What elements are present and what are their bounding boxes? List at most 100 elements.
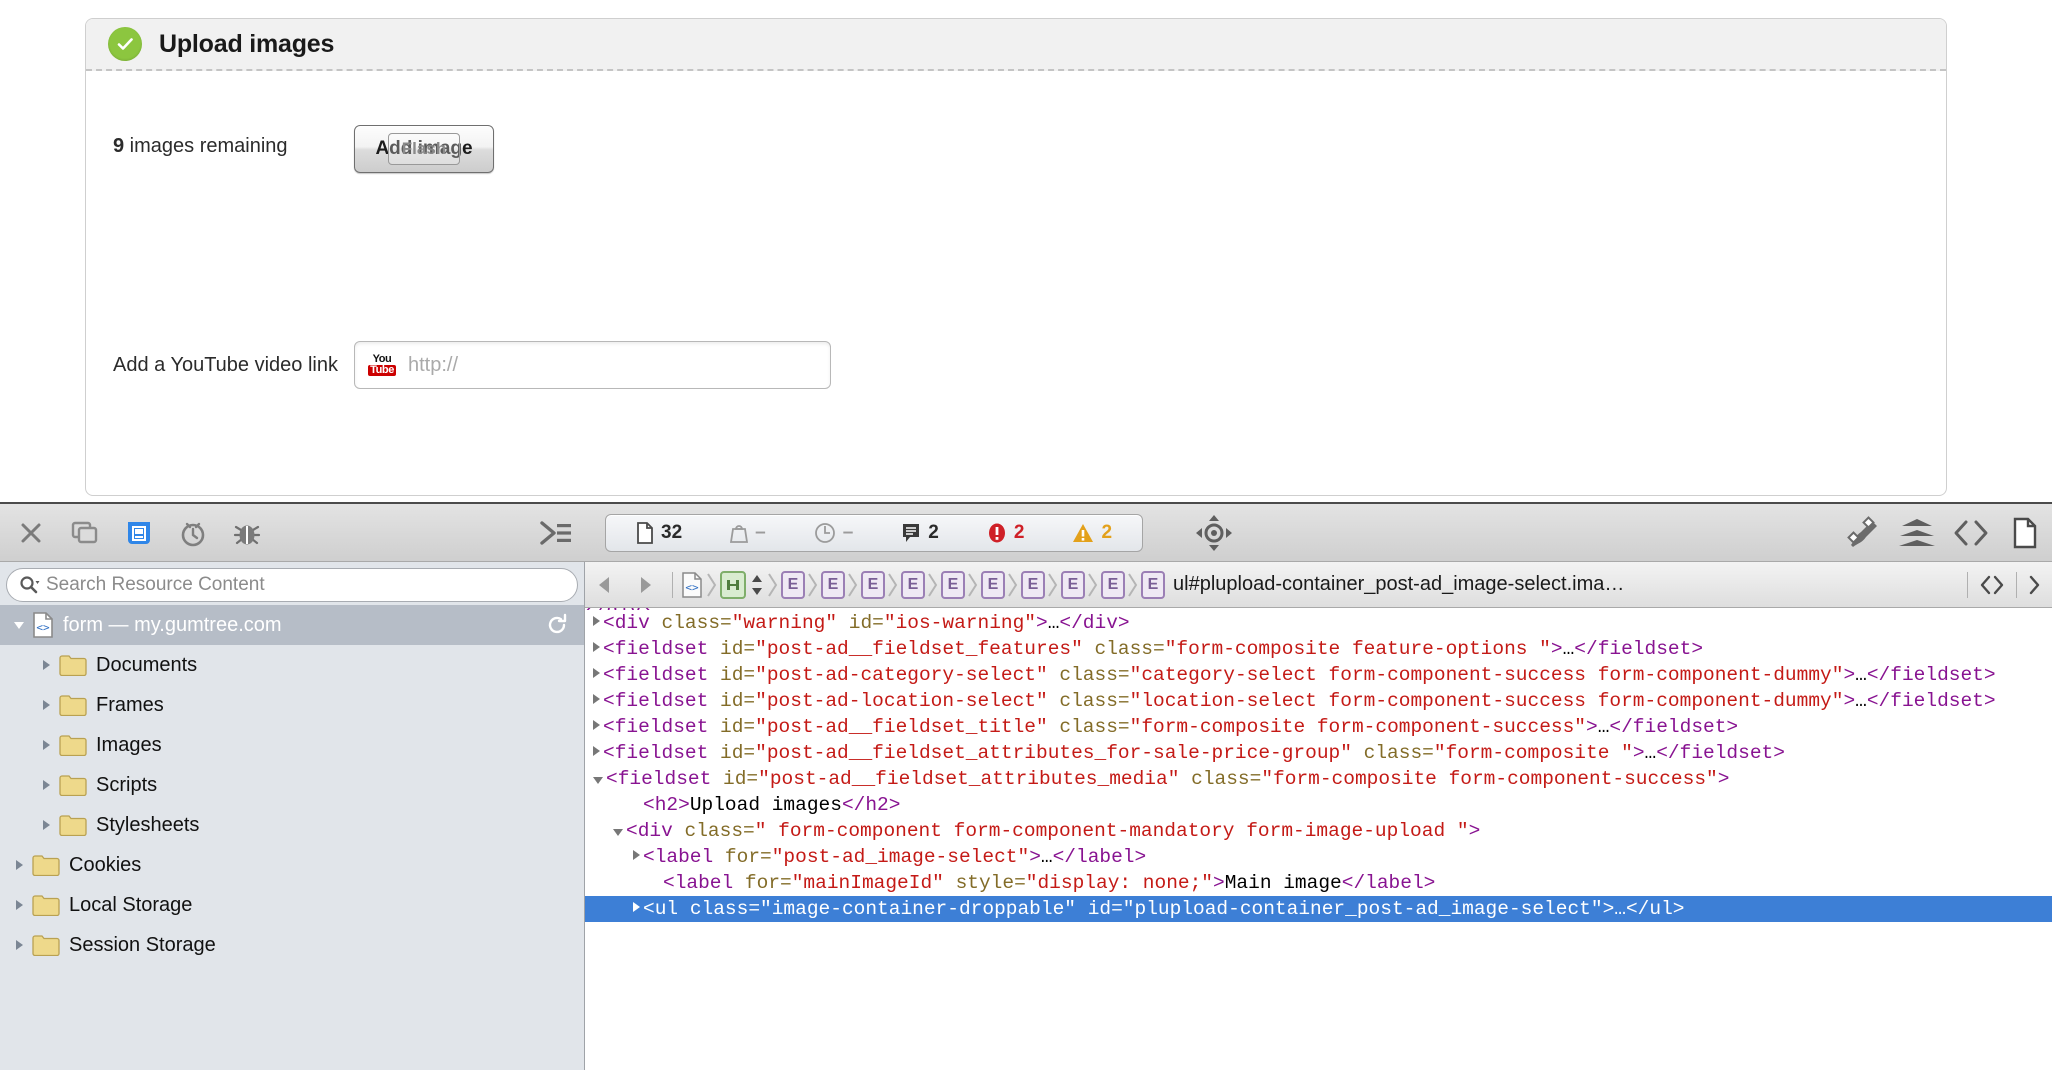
- breadcrumb-chevron-icon: [1045, 571, 1061, 599]
- sidebar-item-scripts[interactable]: Scripts: [0, 765, 584, 805]
- disclosure-triangle-open-icon[interactable]: [613, 829, 623, 836]
- disclosure-triangle-closed-icon[interactable]: [593, 616, 600, 626]
- breadcrumb-element[interactable]: E: [821, 562, 845, 607]
- dom-node[interactable]: <fieldset id="post-ad__fieldset_title" c…: [585, 714, 2052, 740]
- stat-resource-count-value: 32: [661, 521, 683, 543]
- dom-node[interactable]: <div class=" form-component form-compone…: [585, 818, 2052, 844]
- stat-console-log-count-value: 2: [928, 521, 939, 543]
- warning-icon: [1073, 523, 1094, 542]
- breadcrumb-element[interactable]: E: [981, 562, 1005, 607]
- stat-resource-count[interactable]: 32: [612, 522, 706, 544]
- dom-node-selected[interactable]: <ul class="image-container-droppable" id…: [585, 896, 2052, 922]
- search-input[interactable]: Search Resource Content: [6, 568, 578, 602]
- stat-warning-count-value: 2: [1101, 521, 1113, 543]
- sidebar-item-stylesheets[interactable]: Stylesheets: [0, 805, 584, 845]
- arrow-left-icon[interactable]: [585, 562, 625, 607]
- breadcrumb-element-selected[interactable]: E ul#plupload-container_post-ad_image-se…: [1141, 562, 1624, 607]
- disclosure-triangle-closed-icon[interactable]: [33, 817, 59, 833]
- code-brackets-icon[interactable]: [1944, 504, 1998, 562]
- message-icon: [903, 523, 920, 542]
- disclosure-triangle-closed-icon[interactable]: [6, 897, 32, 913]
- sidebar-item-cookies[interactable]: Cookies: [0, 845, 584, 885]
- sidebar-item-local-storage[interactable]: Local Storage: [0, 885, 584, 925]
- styles-brush-icon[interactable]: [1836, 504, 1890, 562]
- element-badge-icon: E: [861, 570, 885, 599]
- console-prompt-icon[interactable]: [529, 504, 583, 562]
- dock-window-icon[interactable]: [58, 504, 112, 562]
- dom-node[interactable]: <fieldset id="post-ad__fieldset_attribut…: [585, 766, 2052, 792]
- breadcrumb-chevron-icon: [1005, 571, 1021, 599]
- page-stats-bar[interactable]: 32 – – 2 2 2: [605, 513, 1144, 552]
- breadcrumb-frame[interactable]: [720, 562, 765, 607]
- code-brackets-icon[interactable]: [1975, 573, 2009, 597]
- disclosure-triangle-open-icon[interactable]: [6, 617, 32, 633]
- reload-arrow-icon[interactable]: [544, 612, 570, 638]
- stat-load-time[interactable]: –: [790, 522, 878, 544]
- stat-error-count[interactable]: 2: [963, 522, 1049, 544]
- stat-warning-count[interactable]: 2: [1048, 522, 1136, 544]
- disclosure-triangle-closed-icon[interactable]: [593, 694, 600, 704]
- sidebar-item-frames[interactable]: Frames: [0, 685, 584, 725]
- breadcrumb-chevron-icon: [704, 571, 720, 599]
- clock-icon: [814, 522, 835, 543]
- breadcrumb-document[interactable]: <>: [680, 562, 704, 607]
- disclosure-triangle-closed-icon[interactable]: [33, 777, 59, 793]
- layers-icon[interactable]: [1890, 504, 1944, 562]
- disclosure-triangle-closed-icon[interactable]: [6, 937, 32, 953]
- breadcrumb-element[interactable]: E: [901, 562, 925, 607]
- disclosure-triangle-closed-icon[interactable]: [593, 642, 600, 652]
- disclosure-triangle-open-icon[interactable]: [593, 777, 603, 784]
- youtube-url-input[interactable]: You Tube http://: [354, 341, 831, 389]
- dom-node[interactable]: <fieldset id="post-ad__fieldset_attribut…: [585, 740, 2052, 766]
- sidebar-toggle-icon[interactable]: [2024, 573, 2050, 597]
- breadcrumb-element[interactable]: E: [941, 562, 965, 607]
- stat-console-log-count[interactable]: 2: [877, 522, 963, 544]
- folder-icon: [59, 694, 87, 716]
- dom-node[interactable]: <label for="post-ad_image-select">…</lab…: [585, 844, 2052, 870]
- sidebar-item-session-storage[interactable]: Session Storage: [0, 925, 584, 965]
- close-icon[interactable]: [4, 504, 58, 562]
- flash-object-overlay[interactable]: Flash: [388, 133, 460, 165]
- breadcrumb-element[interactable]: E: [781, 562, 805, 607]
- dom-node[interactable]: <fieldset id="post-ad__fieldset_features…: [585, 636, 2052, 662]
- breadcrumb-element[interactable]: E: [1061, 562, 1085, 607]
- stat-resource-size[interactable]: –: [706, 522, 790, 544]
- dom-node[interactable]: <fieldset id="post-ad-location-select" c…: [585, 688, 2052, 714]
- dom-tree[interactable]: ‹/div›<div class="warning" id="ios-warni…: [585, 608, 2052, 1070]
- dom-node[interactable]: <label for="mainImageId" style="display:…: [585, 870, 2052, 896]
- check-circle-icon: [108, 27, 142, 61]
- dom-node[interactable]: <fieldset id="post-ad-category-select" c…: [585, 662, 2052, 688]
- document-node-icon[interactable]: [1998, 504, 2052, 562]
- sidebar-item-label: Session Storage: [69, 933, 216, 956]
- sidebar-item-documents[interactable]: Documents: [0, 645, 584, 685]
- sidebar-item-label: Cookies: [69, 853, 142, 876]
- youtube-link-label: Add a YouTube video link: [113, 354, 338, 376]
- frame-stepper-icon[interactable]: [749, 573, 765, 597]
- disclosure-triangle-closed-icon[interactable]: [33, 697, 59, 713]
- disclosure-triangle-closed-icon[interactable]: [633, 850, 640, 860]
- timeline-clock-icon[interactable]: [166, 504, 220, 562]
- error-icon: [988, 523, 1005, 542]
- breadcrumb-chevron-icon: [1125, 571, 1141, 599]
- sidebar-item-label: Stylesheets: [96, 813, 200, 836]
- disclosure-triangle-closed-icon[interactable]: [593, 720, 600, 730]
- arrow-right-icon[interactable]: [625, 562, 665, 607]
- disclosure-triangle-closed-icon[interactable]: [633, 902, 640, 912]
- frame-badge-icon: [720, 570, 746, 599]
- disclosure-triangle-closed-icon[interactable]: [6, 857, 32, 873]
- inspector-body: Search Resource Content <> form — my.gum…: [0, 562, 2052, 1070]
- sidebar-item-form-my-gumtree[interactable]: <> form — my.gumtree.com: [0, 605, 584, 645]
- disclosure-triangle-closed-icon[interactable]: [33, 657, 59, 673]
- disclosure-triangle-closed-icon[interactable]: [33, 737, 59, 753]
- breadcrumb-element[interactable]: E: [1101, 562, 1125, 607]
- dom-node[interactable]: <h2>Upload images</h2>: [585, 792, 2052, 818]
- breadcrumb-element[interactable]: E: [1021, 562, 1045, 607]
- disclosure-triangle-closed-icon[interactable]: [593, 668, 600, 678]
- dom-node[interactable]: <div class="warning" id="ios-warning">…<…: [585, 610, 2052, 636]
- resources-panel-icon[interactable]: [112, 504, 166, 562]
- inspect-crosshair-icon[interactable]: [1187, 504, 1241, 562]
- disclosure-triangle-closed-icon[interactable]: [593, 746, 600, 756]
- debugger-bug-icon[interactable]: [220, 504, 274, 562]
- sidebar-item-images[interactable]: Images: [0, 725, 584, 765]
- breadcrumb-element[interactable]: E: [861, 562, 885, 607]
